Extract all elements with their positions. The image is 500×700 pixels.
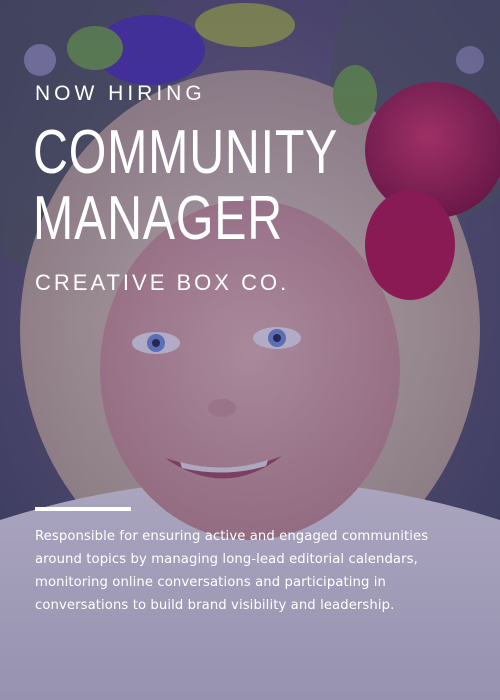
job-description: Responsible for ensuring active and enga… <box>35 529 429 613</box>
company-name: CREATIVE BOX CO. <box>35 270 290 295</box>
job-title-line-1: COMMUNITY <box>33 118 339 187</box>
divider-rule <box>35 507 131 511</box>
job-poster: NOW HIRING COMMUNITY MANAGER CREATIVE BO… <box>0 0 500 700</box>
eyebrow-label: NOW HIRING <box>35 82 206 105</box>
job-title: COMMUNITY MANAGER <box>33 120 338 252</box>
job-title-line-2: MANAGER <box>33 184 283 253</box>
